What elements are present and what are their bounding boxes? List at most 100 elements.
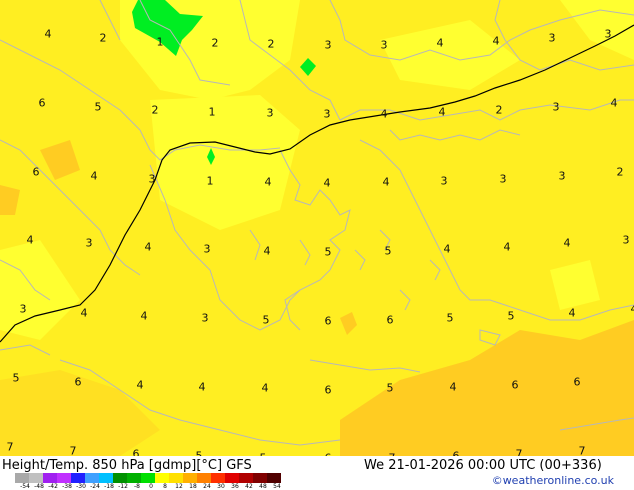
temperature-value-label: 5 [324, 245, 332, 259]
color-scale-cell [85, 473, 99, 483]
temperature-value-label: 4 [438, 105, 446, 119]
color-scale-cell [43, 473, 57, 483]
temperature-value-label: 3 [19, 302, 27, 316]
temperature-value-label: 6 [511, 378, 519, 392]
footer: Height/Temp. 850 hPa [gdmp][°C] GFS We 2… [0, 456, 634, 490]
temperature-value-label: 4 [436, 36, 444, 50]
temperature-value-label: 4 [144, 240, 152, 254]
temperature-value-label: 1 [208, 105, 216, 119]
color-scale-tick: 12 [175, 483, 183, 490]
temperature-value-label: 7 [69, 444, 77, 457]
temperature-value-label: 4 [631, 304, 634, 315]
color-scale-tick: -24 [90, 483, 100, 490]
temperature-value-label: 7 [515, 447, 523, 457]
color-scale-tick: 42 [245, 483, 253, 490]
temperature-value-label: 5 [386, 381, 394, 395]
color-scale-tick: 30 [217, 483, 225, 490]
color-scale-tick: 48 [259, 483, 267, 490]
color-scale-cell [15, 473, 29, 483]
color-scale-cell [239, 473, 253, 483]
temperature-value-label: 4 [261, 381, 269, 395]
color-scale-cell [141, 473, 155, 483]
color-scale-tick: -18 [104, 483, 114, 490]
temperature-value-label: 4 [568, 306, 576, 320]
color-scale-tick: -30 [76, 483, 86, 490]
temperature-value-label: 3 [203, 242, 211, 256]
credit-link[interactable]: ©weatheronline.co.uk [492, 474, 614, 487]
temperature-value-label: 5 [94, 100, 102, 114]
temperature-value-label: 4 [90, 169, 98, 183]
color-scale-cell [29, 473, 43, 483]
temperature-value-label: 4 [136, 378, 144, 392]
color-scale-tick: 8 [163, 483, 167, 490]
color-scale-cell [169, 473, 183, 483]
temperature-value-label: 3 [266, 106, 274, 120]
temperature-value-label: 3 [548, 31, 556, 45]
valid-time: We 21-01-2026 00:00 UTC (00+336) [364, 458, 602, 473]
color-scale-cell [211, 473, 225, 483]
color-scale-cell [57, 473, 71, 483]
color-scale-cell [225, 473, 239, 483]
temperature-value-label: 3 [552, 100, 560, 114]
color-scale-cell [183, 473, 197, 483]
temperature-value-label: 4 [443, 242, 451, 256]
temperature-value-label: 4 [610, 96, 618, 110]
color-scale-tick: 24 [203, 483, 211, 490]
color-scale-cell [113, 473, 127, 483]
temperature-value-label: 4 [382, 175, 390, 189]
temperature-value-label: 3 [440, 174, 448, 188]
temperature-value-label: 4 [563, 236, 571, 250]
temperature-value-label: 4 [264, 175, 272, 189]
temperature-value-label: 4 [323, 176, 331, 190]
temperature-value-label: 4 [492, 34, 500, 48]
color-scale-tick: 36 [231, 483, 239, 490]
temperature-value-label: 6 [32, 165, 40, 179]
color-scale-cell [99, 473, 113, 483]
temperature-value-label: 6 [132, 447, 140, 457]
temperature-value-label: 2 [211, 36, 219, 50]
temperature-value-label: 6 [573, 375, 581, 389]
temperature-value-label: 3 [201, 311, 209, 325]
temperature-value-label: 6 [324, 383, 332, 397]
color-scale-tick: -42 [48, 483, 58, 490]
temperature-value-label: 5 [262, 313, 270, 327]
color-scale-cell [253, 473, 267, 483]
temperature-value-label: 4 [198, 380, 206, 394]
temperature-value-label: 4 [80, 306, 88, 320]
temperature-value-label: 3 [324, 38, 332, 52]
temperature-value-label: 5 [446, 311, 454, 325]
temperature-value-label: 7 [6, 440, 14, 454]
color-scale-tick: -12 [118, 483, 128, 490]
color-scale-tick: -48 [34, 483, 44, 490]
temperature-value-label: 3 [85, 236, 93, 250]
map-area: 4 2 1 2 2 3 3 4 4 3 3 6 5 2 1 3 3 4 4 2 3 4 6 4 3 1 4 4 4 3 3 3 2 4 3 4 3 4 5 5… [0, 0, 634, 456]
color-scale-cell [127, 473, 141, 483]
temperature-value-label: 4 [44, 27, 52, 41]
temperature-value-label: 7 [578, 444, 586, 457]
temperature-value-label: 2 [99, 31, 107, 45]
color-scale-cell [71, 473, 85, 483]
temperature-value-label: 4 [26, 233, 34, 247]
temperature-value-label: 6 [386, 313, 394, 327]
temperature-value-label: 3 [380, 38, 388, 52]
temperature-value-label: 6 [74, 375, 82, 389]
temperature-value-label: 1 [156, 35, 164, 49]
color-scale-cell [267, 473, 281, 483]
color-scale-tick: 18 [189, 483, 197, 490]
temperature-value-label: 2 [267, 37, 275, 51]
color-scale-tick: 0 [149, 483, 153, 490]
color-scale-tick: -8 [134, 483, 140, 490]
temperature-value-label: 2 [151, 103, 159, 117]
color-scale-cell [197, 473, 211, 483]
temperature-value-label: 4 [449, 380, 457, 394]
temperature-value-label: 3 [558, 169, 566, 183]
temperature-value-label: 3 [622, 233, 630, 247]
color-scale-tick: -38 [62, 483, 72, 490]
temperature-value-label: 3 [148, 172, 156, 186]
temperature-value-label: 4 [380, 107, 388, 121]
temperature-value-label: 4 [263, 244, 271, 258]
temperature-value-label: 4 [503, 240, 511, 254]
color-scale-tick: -54 [20, 483, 30, 490]
temperature-value-label: 3 [499, 172, 507, 186]
temperature-value-label: 6 [324, 314, 332, 328]
